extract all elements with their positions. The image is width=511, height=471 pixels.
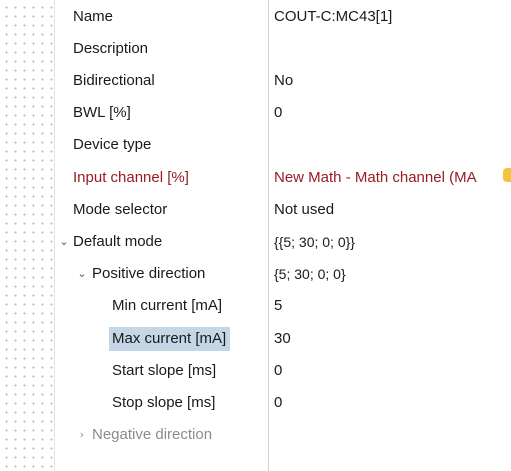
property-row-start-slope[interactable]: Start slope [ms] 0 bbox=[54, 359, 511, 391]
property-value[interactable]: 0 bbox=[274, 391, 282, 415]
property-label: Mode selector bbox=[73, 201, 168, 218]
property-row-description[interactable]: Description bbox=[54, 37, 511, 69]
property-value[interactable]: 30 bbox=[274, 327, 291, 351]
property-value[interactable]: Not used bbox=[274, 198, 334, 222]
property-value[interactable]: 0 bbox=[274, 359, 282, 383]
property-label: Device type bbox=[73, 136, 152, 153]
property-row-default-mode[interactable]: ⌄ Default mode {{5; 30; 0; 0}} bbox=[54, 230, 511, 262]
property-label: Stop slope [ms] bbox=[112, 394, 216, 411]
property-label: Description bbox=[73, 40, 149, 57]
property-value[interactable]: No bbox=[274, 69, 293, 93]
property-row-name[interactable]: Name COUT-C:MC43[1] bbox=[54, 5, 511, 37]
property-label: Name bbox=[73, 8, 114, 25]
property-row-input-channel[interactable]: Input channel [%] New Math - Math channe… bbox=[54, 166, 511, 198]
property-label: Bidirectional bbox=[73, 72, 155, 89]
property-label: Default mode bbox=[73, 233, 163, 250]
property-row-positive-direction[interactable]: ⌄ Positive direction {5; 30; 0; 0} bbox=[54, 262, 511, 294]
property-label-selected: Max current [mA] bbox=[109, 327, 231, 351]
property-row-stop-slope[interactable]: Stop slope [ms] 0 bbox=[54, 391, 511, 423]
property-label: Start slope [ms] bbox=[112, 362, 217, 379]
property-row-bidirectional[interactable]: Bidirectional No bbox=[54, 69, 511, 101]
chevron-down-icon[interactable]: ⌄ bbox=[75, 262, 89, 286]
chevron-right-icon[interactable]: › bbox=[75, 423, 89, 447]
property-row-bwl[interactable]: BWL [%] 0 bbox=[54, 101, 511, 133]
property-value-error[interactable]: New Math - Math channel (MA bbox=[274, 166, 477, 190]
property-label: Positive direction bbox=[92, 265, 206, 282]
left-gutter bbox=[0, 0, 54, 471]
property-row-mode-selector[interactable]: Mode selector Not used bbox=[54, 198, 511, 230]
property-row-max-current[interactable]: Max current [mA] 30 bbox=[54, 327, 511, 359]
property-value[interactable]: 0 bbox=[274, 101, 282, 125]
property-label: Negative direction bbox=[92, 426, 213, 443]
property-label-error: Input channel [%] bbox=[73, 169, 189, 186]
property-label: BWL [%] bbox=[73, 104, 131, 121]
chevron-down-icon[interactable]: ⌄ bbox=[57, 230, 71, 254]
property-row-negative-direction[interactable]: › Negative direction bbox=[54, 423, 511, 455]
property-value[interactable]: {5; 30; 0; 0} bbox=[274, 262, 346, 286]
property-value[interactable]: COUT-C:MC43[1] bbox=[274, 5, 392, 29]
property-label: Min current [mA] bbox=[112, 297, 223, 314]
property-row-device-type[interactable]: Device type bbox=[54, 133, 511, 165]
warning-icon[interactable] bbox=[503, 168, 511, 182]
property-value[interactable]: 5 bbox=[274, 294, 282, 318]
property-row-min-current[interactable]: Min current [mA] 5 bbox=[54, 294, 511, 326]
property-value[interactable]: {{5; 30; 0; 0}} bbox=[274, 230, 355, 254]
